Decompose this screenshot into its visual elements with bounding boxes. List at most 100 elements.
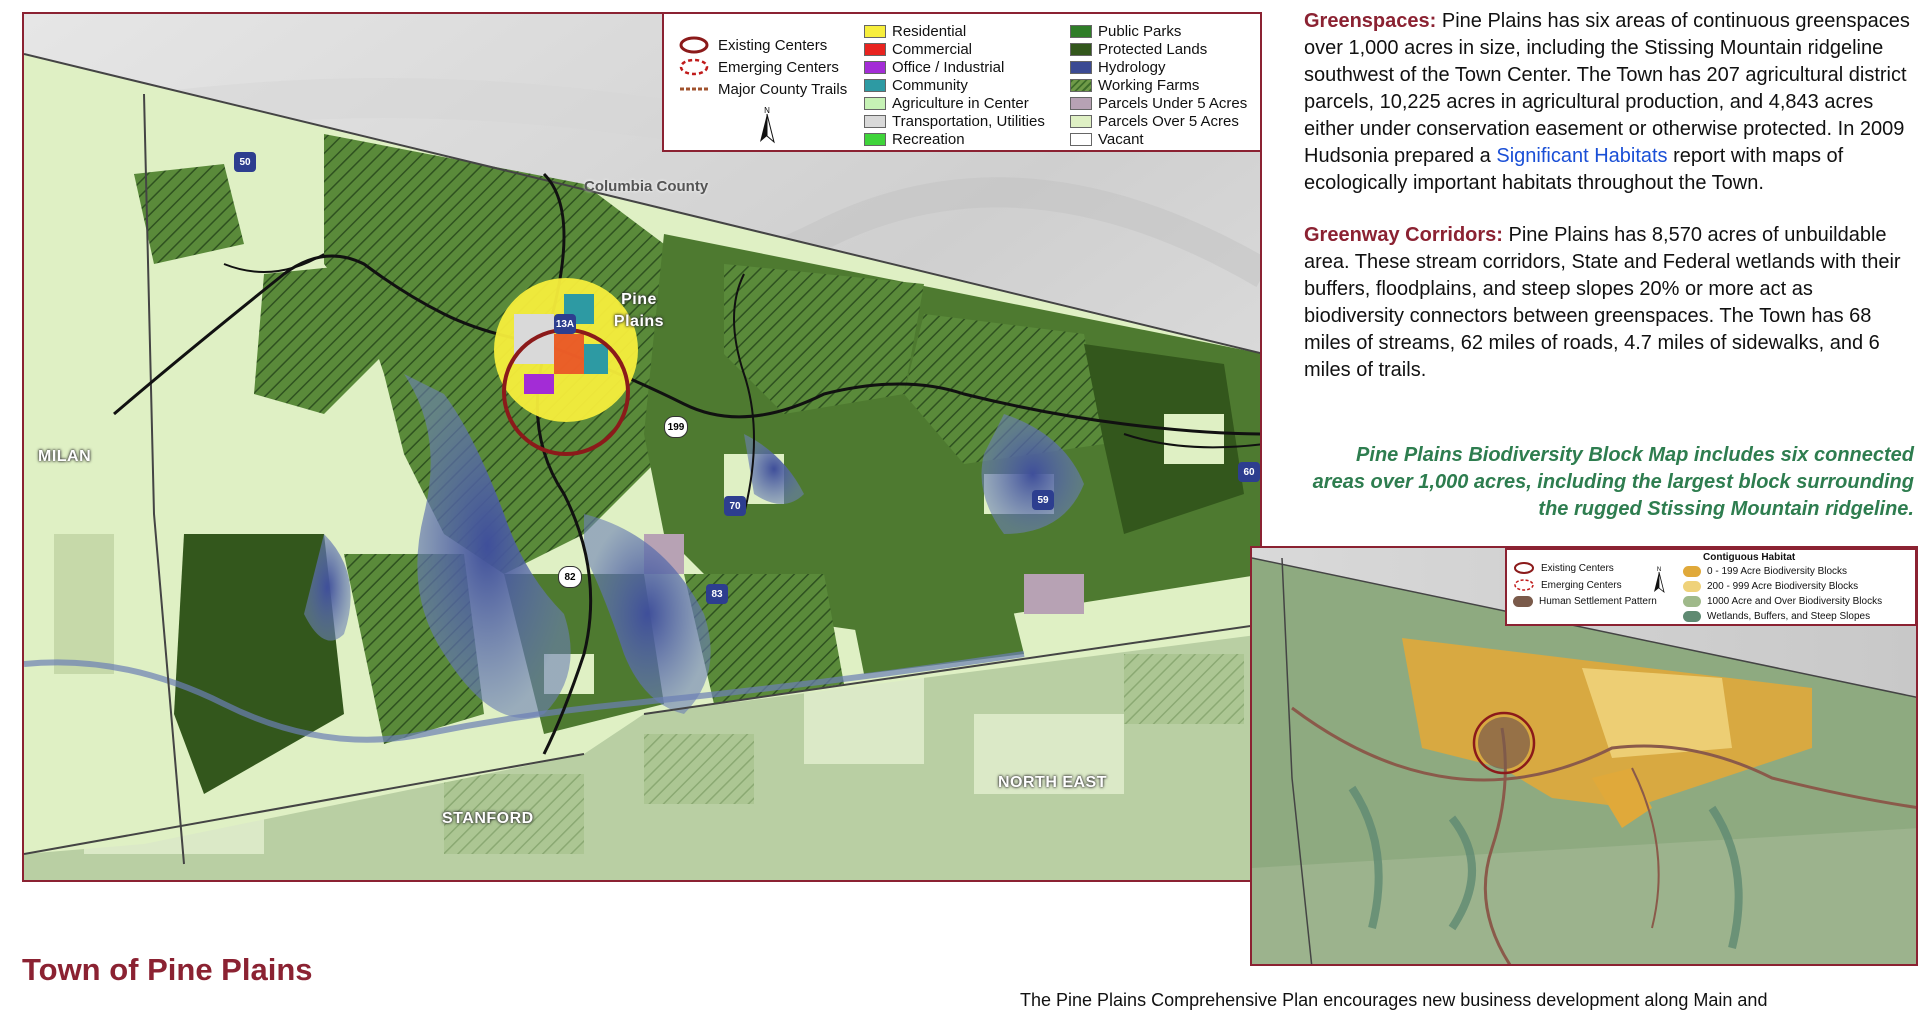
legend-working-farms: Working Farms	[1070, 76, 1247, 94]
legend-label: Parcels Under 5 Acres	[1098, 94, 1248, 112]
land-use-map: Pine Plains Columbia County MILAN STANFO…	[22, 12, 1262, 882]
route-shield: 82	[558, 566, 582, 588]
community-swatch	[864, 78, 886, 92]
legend-label: 0 - 199 Acre Biodiversity Blocks	[1707, 566, 1848, 577]
emerging-center-icon	[678, 58, 718, 76]
route-shield: 59	[1032, 490, 1054, 510]
legend-county-trails: Major County Trails	[678, 78, 847, 100]
parcels-over-swatch	[1070, 114, 1092, 128]
legend-label: Existing Centers	[718, 36, 828, 54]
greenspaces-paragraph: Greenspaces: Pine Plains has six areas o…	[1304, 8, 1914, 197]
map-legend: Existing Centers Emerging Centers Major …	[662, 14, 1260, 152]
route-shield: 70	[724, 496, 746, 516]
contiguous-habitat-title: Contiguous Habitat	[1703, 552, 1796, 563]
legend-label: Hydrology	[1098, 58, 1166, 76]
office-swatch	[864, 60, 886, 74]
legend-label: Parcels Over 5 Acres	[1098, 112, 1239, 130]
inset-legend-habitat-0: 0 - 199 Acre Biodiversity Blocks	[1683, 566, 1847, 577]
greenspaces-body-1: Pine Plains has six areas of continuous …	[1304, 10, 1910, 167]
legend-label: Agriculture in Center	[892, 94, 1029, 112]
commercial-swatch	[864, 42, 886, 56]
footer-text: The Pine Plains Comprehensive Plan encou…	[1020, 990, 1768, 1010]
habitat-large-swatch	[1683, 596, 1701, 607]
protected-swatch	[1070, 42, 1092, 56]
farms-swatch	[1070, 78, 1092, 92]
legend-transportation: Transportation, Utilities	[864, 112, 1045, 130]
town-label-milan: MILAN	[38, 448, 92, 465]
legend-label: Commercial	[892, 40, 973, 58]
town-label-stanford: STANFORD	[442, 810, 534, 827]
route-shield: 199	[664, 416, 688, 438]
svg-text:N: N	[764, 106, 770, 115]
inset-legend-habitat-1: 200 - 999 Acre Biodiversity Blocks	[1683, 581, 1858, 592]
center-label-pine-plains: Pine Plains	[613, 291, 665, 330]
legend-label: Office / Industrial	[892, 58, 1005, 76]
transportation-swatch	[864, 114, 886, 128]
town-label-north-east: NORTH EAST	[998, 774, 1107, 791]
biodiversity-caption: Pine Plains Biodiversity Block Map inclu…	[1312, 444, 1914, 520]
legend-vacant: Vacant	[1070, 130, 1247, 148]
legend-community: Community	[864, 76, 1045, 94]
county-label: Columbia County	[584, 178, 709, 195]
route-shield: 50	[234, 152, 256, 172]
significant-habitats-link[interactable]: Significant Habitats	[1496, 145, 1667, 167]
centers-legend: Existing Centers Emerging Centers Major …	[678, 34, 847, 100]
legend-protected-lands: Protected Lands	[1070, 40, 1247, 58]
hydrology-swatch	[1070, 60, 1092, 74]
legend-parcels-under-5: Parcels Under 5 Acres	[1070, 94, 1247, 112]
legend-label: 200 - 999 Acre Biodiversity Blocks	[1707, 581, 1859, 592]
legend-public-parks: Public Parks	[1070, 22, 1247, 40]
legend-residential: Residential	[864, 22, 1045, 40]
inset-legend-existing: Existing Centers	[1513, 562, 1614, 574]
vacant-swatch	[1070, 132, 1092, 146]
legend-label: Transportation, Utilities	[892, 112, 1045, 130]
legend-agriculture: Agriculture in Center	[864, 94, 1045, 112]
inset-legend-emerging: Emerging Centers	[1513, 579, 1622, 591]
legend-office-industrial: Office / Industrial	[864, 58, 1045, 76]
habitat-small-swatch	[1683, 566, 1701, 577]
legend-label: Emerging Centers	[718, 58, 839, 76]
legend-label: Vacant	[1098, 130, 1144, 148]
inset-legend-habitat-3: Wetlands, Buffers, and Steep Slopes	[1683, 611, 1870, 622]
page-title: Town of Pine Plains	[22, 952, 313, 987]
legend-parcels-over-5: Parcels Over 5 Acres	[1070, 112, 1247, 130]
legend-label: Residential	[892, 22, 967, 40]
legend-label: Public Parks	[1098, 22, 1182, 40]
legend-label: Major County Trails	[718, 80, 848, 98]
emerging-center-icon	[1514, 579, 1534, 591]
greenway-heading: Greenway Corridors:	[1304, 224, 1503, 246]
legend-hydrology: Hydrology	[1070, 58, 1247, 76]
residential-swatch	[864, 24, 886, 38]
existing-center-icon	[1514, 562, 1534, 574]
agriculture-swatch	[864, 96, 886, 110]
legend-label: Human Settlement Pattern	[1539, 596, 1657, 607]
greenway-paragraph: Greenway Corridors: Pine Plains has 8,57…	[1304, 222, 1914, 384]
legend-label: Community	[892, 76, 968, 94]
inset-legend-habitat-2: 1000 Acre and Over Biodiversity Blocks	[1683, 596, 1882, 607]
north-arrow-icon: N	[1649, 564, 1669, 597]
existing-center-icon	[678, 36, 718, 54]
legend-label: Protected Lands	[1098, 40, 1208, 58]
route-shield: 60	[1238, 462, 1260, 482]
legend-label: Recreation	[892, 130, 965, 148]
legend-label: Emerging Centers	[1541, 579, 1622, 591]
parks-swatch	[1070, 24, 1092, 38]
land-use-legend-col2: Public Parks Protected Lands Hydrology W…	[1070, 22, 1247, 148]
north-arrow-icon: N	[752, 104, 782, 146]
trail-line-icon	[678, 80, 718, 98]
land-use-legend-col1: Residential Commercial Office / Industri…	[864, 22, 1045, 148]
legend-emerging-centers: Emerging Centers	[678, 56, 847, 78]
legend-label: Wetlands, Buffers, and Steep Slopes	[1707, 611, 1871, 622]
legend-recreation: Recreation	[864, 130, 1045, 148]
greenway-body: Pine Plains has 8,570 acres of unbuildab…	[1304, 224, 1901, 381]
legend-commercial: Commercial	[864, 40, 1045, 58]
inset-legend-settlement: Human Settlement Pattern	[1513, 596, 1657, 607]
biodiversity-inset-map: Existing Centers Emerging Centers Human …	[1250, 546, 1918, 966]
recreation-swatch	[864, 132, 886, 146]
route-shield: 83	[706, 584, 728, 604]
settlement-swatch	[1513, 596, 1533, 607]
greenspaces-heading: Greenspaces:	[1304, 10, 1437, 32]
legend-existing-centers: Existing Centers	[678, 34, 847, 56]
wetlands-swatch	[1683, 611, 1701, 622]
legend-label: Existing Centers	[1541, 562, 1614, 574]
